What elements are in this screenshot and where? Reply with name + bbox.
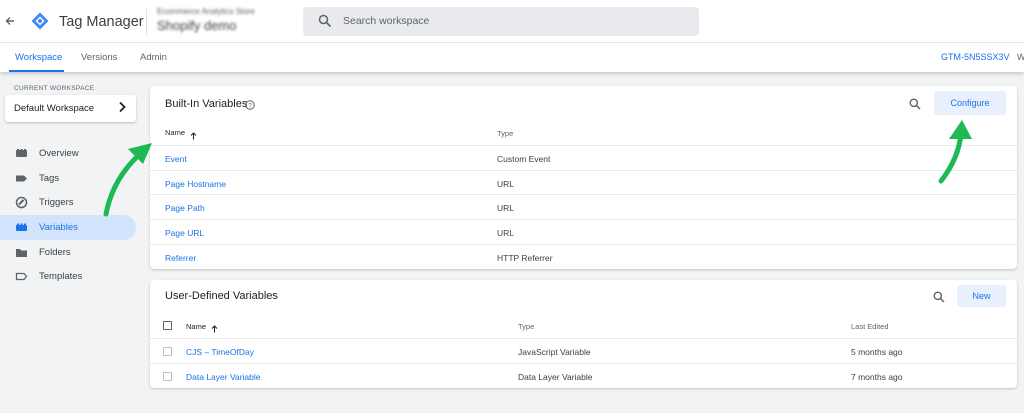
- sidebar-item-folders[interactable]: Folders: [0, 240, 136, 265]
- variable-name-link[interactable]: Page Path: [165, 203, 205, 213]
- table-row[interactable]: Data Layer Variable Data Layer Variable …: [150, 363, 1017, 388]
- column-header-name[interactable]: Name: [165, 128, 185, 137]
- sidebar-item-label: Triggers: [39, 197, 74, 208]
- sidebar-item-tags[interactable]: Tags: [0, 166, 136, 191]
- table-row[interactable]: Referrer HTTP Referrer: [150, 244, 1017, 269]
- variable-type: HTTP Referrer: [497, 253, 553, 263]
- sidebar-item-label: Tags: [39, 173, 60, 184]
- card-title: Built-In Variables: [165, 98, 248, 110]
- variable-type: JavaScript Variable: [518, 347, 591, 357]
- top-bar: Tag Manager Ecommerce Analytics Store Sh…: [0, 0, 1024, 43]
- row-checkbox[interactable]: [163, 347, 172, 356]
- select-all-checkbox[interactable]: [163, 321, 172, 330]
- card-title: User-Defined Variables: [165, 290, 278, 302]
- tab-versions[interactable]: Versions: [81, 52, 117, 63]
- sort-arrow-up-icon[interactable]: [190, 127, 197, 145]
- variable-type: Data Layer Variable: [518, 372, 593, 382]
- help-icon[interactable]: ?: [245, 97, 255, 110]
- back-arrow-icon[interactable]: [5, 12, 19, 30]
- trigger-icon: [15, 196, 28, 209]
- tab-workspace[interactable]: Workspace: [15, 52, 62, 63]
- variables-icon: [15, 221, 28, 234]
- variable-name-link[interactable]: Page Hostname: [165, 179, 226, 189]
- variable-name-link[interactable]: Referrer: [165, 253, 196, 263]
- user-defined-variables-card: User-Defined Variables New Name Type Las…: [150, 280, 1017, 388]
- configure-button[interactable]: Configure: [934, 91, 1006, 115]
- sidebar-item-overview[interactable]: Overview: [0, 141, 136, 166]
- search-icon[interactable]: [909, 97, 921, 110]
- built-in-variables-card: Built-In Variables ? Configure Name Type…: [150, 86, 1017, 269]
- app-title: Tag Manager: [59, 14, 144, 30]
- header-divider: [146, 9, 147, 35]
- column-header-last-edited: Last Edited: [851, 322, 889, 331]
- workspace-name: Default Workspace: [14, 103, 95, 114]
- sidebar-item-label: Folders: [39, 247, 71, 258]
- column-header-type: Type: [497, 129, 514, 138]
- sidebar-item-triggers[interactable]: Triggers: [0, 190, 136, 215]
- active-tab-indicator: [9, 70, 64, 72]
- variable-type: URL: [497, 179, 515, 189]
- variable-name-link[interactable]: Data Layer Variable: [186, 372, 261, 382]
- table-row[interactable]: CJS – TimeOfDay JavaScript Variable 5 mo…: [150, 338, 1017, 363]
- workspace-subnav: Workspace Versions Admin GTM-5N5SSX3V W: [0, 43, 1024, 72]
- variable-type: URL: [497, 203, 515, 213]
- variable-name-link[interactable]: Event: [165, 154, 187, 164]
- column-header-name[interactable]: Name: [186, 322, 206, 331]
- search-input[interactable]: Search workspace: [343, 15, 429, 27]
- sidebar-item-label: Variables: [39, 222, 78, 233]
- table-row[interactable]: Page Hostname URL: [150, 170, 1017, 195]
- search-icon: [318, 14, 332, 28]
- last-edited: 5 months ago: [851, 347, 903, 357]
- variable-type: URL: [497, 228, 515, 238]
- variable-name-link[interactable]: Page URL: [165, 228, 204, 238]
- workspace-selector[interactable]: Default Workspace: [5, 95, 136, 122]
- overview-icon: [15, 147, 28, 160]
- chevron-right-icon: [118, 101, 126, 116]
- gtm-logo-icon: [31, 12, 49, 30]
- last-edited: 7 months ago: [851, 372, 903, 382]
- sidebar-item-label: Overview: [39, 148, 79, 159]
- variable-type: Custom Event: [497, 154, 551, 164]
- variable-name-link[interactable]: CJS – TimeOfDay: [186, 347, 254, 357]
- tag-icon: [15, 172, 28, 185]
- account-name[interactable]: Ecommerce Analytics Store: [157, 7, 255, 16]
- sort-arrow-up-icon[interactable]: [211, 320, 218, 338]
- container-id-link[interactable]: GTM-5N5SSX3V: [941, 52, 1010, 62]
- table-row[interactable]: Page Path URL: [150, 194, 1017, 219]
- folder-icon: [15, 246, 28, 259]
- template-icon: [15, 270, 28, 283]
- workspace-changes-label: W: [1017, 52, 1024, 62]
- container-selector[interactable]: Shopify demo: [157, 18, 237, 33]
- search-icon[interactable]: [933, 290, 945, 303]
- row-checkbox[interactable]: [163, 372, 172, 381]
- table-row[interactable]: Event Custom Event: [150, 145, 1017, 170]
- svg-text:?: ?: [248, 102, 252, 109]
- current-workspace-label: CURRENT WORKSPACE: [14, 85, 95, 92]
- column-header-type: Type: [518, 322, 535, 331]
- sidebar-item-label: Templates: [39, 271, 83, 282]
- search-bar[interactable]: Search workspace: [303, 7, 699, 36]
- tab-admin[interactable]: Admin: [140, 52, 167, 63]
- new-variable-button[interactable]: New: [957, 285, 1006, 307]
- sidebar-item-templates[interactable]: Templates: [0, 264, 136, 289]
- table-row[interactable]: Page URL URL: [150, 219, 1017, 244]
- sidebar-item-variables[interactable]: Variables: [0, 215, 136, 240]
